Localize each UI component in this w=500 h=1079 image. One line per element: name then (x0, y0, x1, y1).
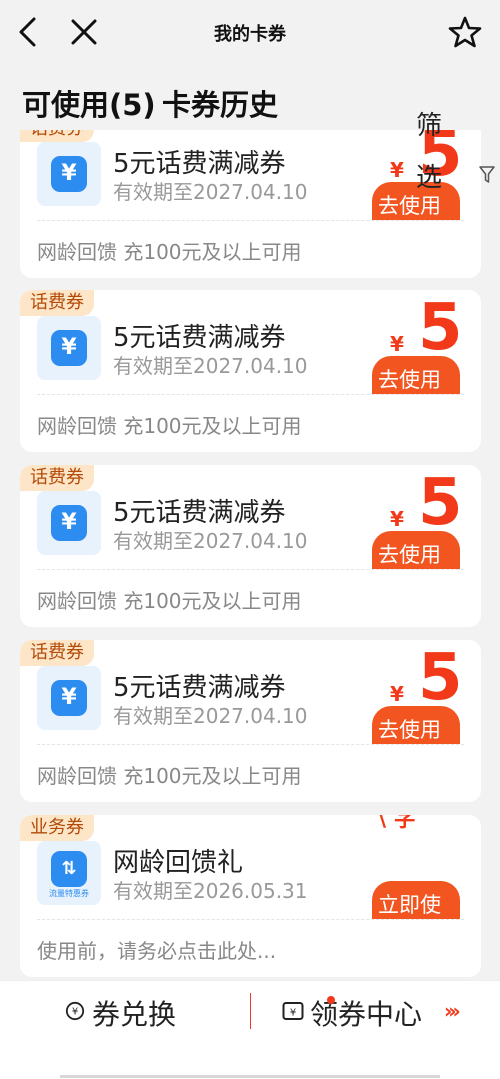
data-flow-icon: ⇅ 流量特惠券 (37, 841, 101, 905)
svg-text:¥: ¥ (72, 1007, 78, 1018)
coupon-center-label: 领券中心 (310, 998, 423, 1031)
use-button[interactable]: 去使用 (372, 531, 460, 569)
coupon-tag: 话费券 (20, 465, 94, 491)
exchange-label: 券兑换 (92, 998, 177, 1031)
coupon-desc: 网龄回馈 充100元及以上可用 (37, 764, 302, 788)
coupon-desc: 网龄回馈 充100元及以上可用 (37, 240, 302, 264)
use-now-button[interactable]: 立即使 (372, 881, 460, 919)
coupon-center-button[interactable]: ¥ 领券中心 (282, 993, 422, 1033)
top-bar: 我的卡券 (0, 0, 500, 68)
coupon-expire: 有效期至2027.04.10 (113, 704, 308, 728)
coupon-tag: 话费券 (20, 640, 94, 666)
amount-mark: \ 字 (378, 815, 416, 832)
coupon-title: 5元话费满减券 (113, 149, 286, 179)
yen-icon: ¥ (37, 666, 101, 730)
double-chevron-right-icon[interactable]: ››› (444, 999, 461, 1023)
coupon-card[interactable]: 话费券 ¥ 5元话费满减券 有效期至2027.04.10 网龄回馈 充100元及… (20, 116, 481, 278)
coupon-notice-link[interactable]: 使用前，请务必点击此处... (37, 935, 276, 964)
coupon-card[interactable]: 业务券 ⇅ 流量特惠券 网龄回馈礼 有效期至2026.05.31 使用前，请务必… (20, 815, 481, 977)
divider (37, 919, 464, 920)
filter-button[interactable]: 筛选 (416, 100, 450, 204)
coupon-tag: 业务券 (20, 815, 94, 841)
bottom-bar: ¥ 券兑换 ¥ 领券中心 ››› (0, 980, 500, 1079)
coupon-card[interactable]: 话费券 ¥ 5元话费满减券 有效期至2027.04.10 网龄回馈 充100元及… (20, 640, 481, 802)
coupon-card[interactable]: 话费券 ¥ 5元话费满减券 有效期至2027.04.10 网龄回馈 充100元及… (20, 290, 481, 452)
coupon-expire: 有效期至2027.04.10 (113, 529, 308, 553)
use-button[interactable]: 去使用 (372, 356, 460, 394)
coupon-card[interactable]: 话费券 ¥ 5元话费满减券 有效期至2027.04.10 网龄回馈 充100元及… (20, 465, 481, 627)
tab-available[interactable]: 可使用(5) (22, 88, 156, 122)
use-button[interactable]: 去使用 (372, 706, 460, 744)
home-indicator (60, 1075, 440, 1078)
divider (37, 220, 464, 221)
filter-icon[interactable] (478, 162, 496, 186)
coupon-expire: 有效期至2027.04.10 (113, 354, 308, 378)
coupon-title: 网龄回馈礼 (113, 848, 244, 878)
coupon-ticket-icon: ¥ (282, 1002, 304, 1020)
yen-icon: ¥ (37, 316, 101, 380)
divider (37, 394, 464, 395)
svg-text:¥: ¥ (290, 1008, 296, 1019)
tab-history[interactable]: 卡券历史 (162, 88, 278, 122)
page-title: 我的卡券 (214, 24, 286, 45)
exchange-button[interactable]: ¥ 券兑换 (64, 993, 176, 1033)
divider (37, 744, 464, 745)
coupon-title: 5元话费满减券 (113, 673, 286, 703)
coupon-desc: 网龄回馈 充100元及以上可用 (37, 589, 302, 613)
coupon-tag: 话费券 (20, 290, 94, 316)
exchange-icon: ¥ (65, 1001, 85, 1021)
notification-dot (327, 996, 335, 1004)
separator (250, 993, 251, 1029)
coupon-desc: 网龄回馈 充100元及以上可用 (37, 414, 302, 438)
coupon-expire: 有效期至2026.05.31 (113, 879, 308, 903)
coupon-title: 5元话费满减券 (113, 498, 286, 528)
coupon-expire: 有效期至2027.04.10 (113, 180, 308, 204)
yen-icon: ¥ (37, 491, 101, 555)
yen-icon: ¥ (37, 142, 101, 206)
star-icon[interactable] (448, 15, 482, 49)
coupon-title: 5元话费满减券 (113, 323, 286, 353)
divider (37, 569, 464, 570)
